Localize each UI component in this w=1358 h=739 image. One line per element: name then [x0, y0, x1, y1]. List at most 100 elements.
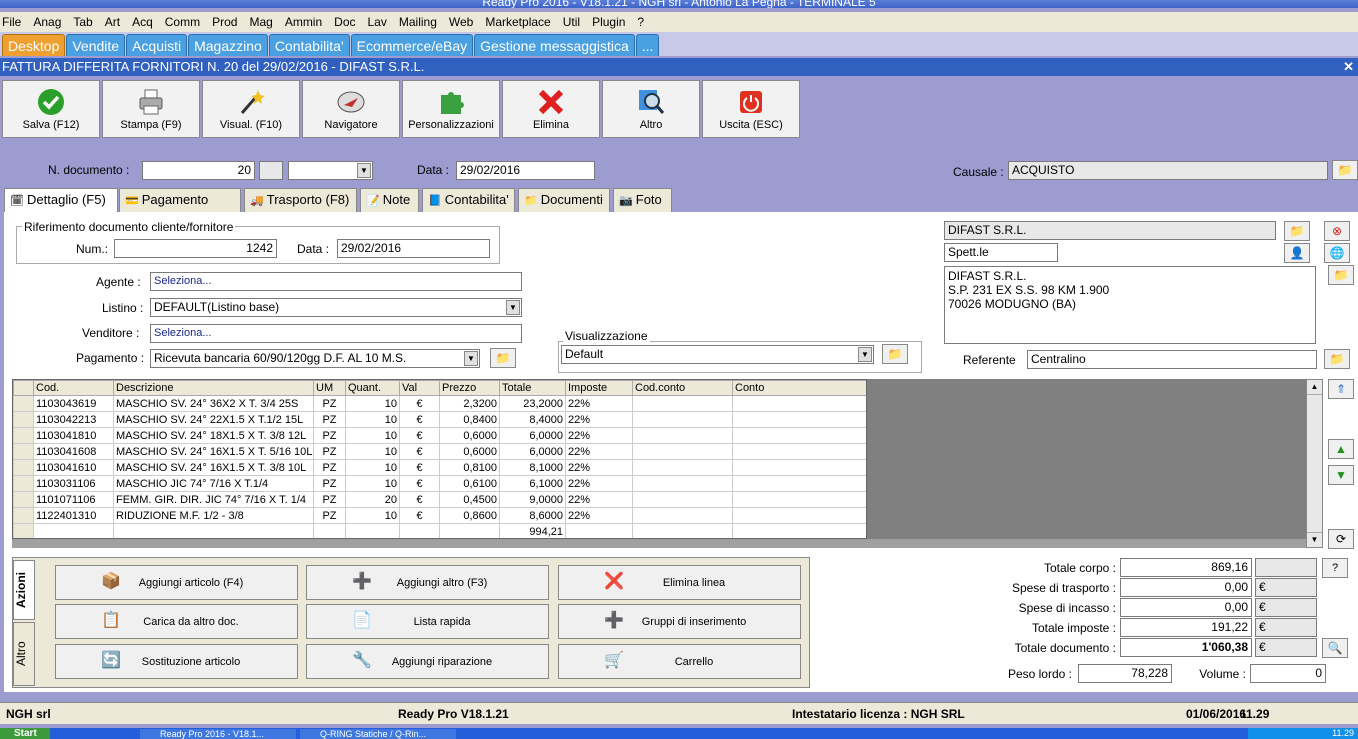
grid-cell[interactable]: 22%: [565, 427, 633, 444]
grid-cell[interactable]: 22%: [565, 507, 633, 524]
grid-cell[interactable]: [13, 443, 34, 460]
grid-header-8[interactable]: Imposte: [565, 380, 633, 396]
grid-cell[interactable]: 1101071106: [33, 491, 114, 508]
grid-cell[interactable]: €: [399, 491, 440, 508]
grid-cell[interactable]: MASCHIO SV. 24° 18X1.5 X T. 3/8 12L: [113, 427, 314, 444]
grid-cell[interactable]: [13, 411, 34, 428]
grid-cell[interactable]: 1103041810: [33, 427, 114, 444]
grid-cell[interactable]: PZ: [313, 411, 346, 428]
grid-cell[interactable]: 6,0000: [499, 427, 566, 444]
table-row[interactable]: 1103042213 MASCHIO SV. 24° 22X1.5 X T.1/2…: [13, 411, 866, 428]
grid-cell[interactable]: PZ: [313, 395, 346, 412]
grid-cell[interactable]: [565, 523, 633, 538]
menu-item-4[interactable]: Acq: [132, 15, 153, 29]
grid-cell[interactable]: 1103041610: [33, 459, 114, 476]
menu-item-7[interactable]: Mag: [249, 15, 272, 29]
chevron-down-icon[interactable]: ▼: [357, 163, 371, 178]
grid-cell[interactable]: 9,0000: [499, 491, 566, 508]
grid-header-3[interactable]: UM: [313, 380, 346, 396]
ndoc-series-select[interactable]: ▼: [288, 161, 373, 180]
spese-incasso-input[interactable]: 0,00: [1120, 598, 1252, 617]
grid-cell[interactable]: 0,6000: [439, 427, 500, 444]
grid-cell[interactable]: [632, 411, 733, 428]
chevron-down-icon[interactable]: ▼: [858, 347, 872, 362]
menu-item-12[interactable]: Web: [449, 15, 473, 29]
grid-cell[interactable]: [732, 491, 866, 508]
grid-cell[interactable]: €: [399, 443, 440, 460]
grid-cell[interactable]: [732, 523, 866, 538]
action-button-1[interactable]: ➕ Aggiungi altro (F3): [306, 565, 549, 600]
tab-4[interactable]: Contabilita': [268, 34, 350, 56]
grid-cell[interactable]: 6,0000: [499, 443, 566, 460]
menu-item-5[interactable]: Comm: [165, 15, 200, 29]
grid-cell[interactable]: MASCHIO SV. 24° 16X1.5 X T. 5/16 10L: [113, 443, 314, 460]
grid-header-10[interactable]: Conto: [732, 380, 866, 396]
sub-tab-2[interactable]: 🚚 Trasporto (F8): [244, 188, 357, 212]
grid-cell[interactable]: 10: [345, 411, 400, 428]
grid-cell[interactable]: [732, 507, 866, 524]
grid-cell[interactable]: [632, 427, 733, 444]
grid-cell[interactable]: 1122401310: [33, 507, 114, 524]
grid-scrollbar[interactable]: ▲ ▼: [1306, 379, 1323, 548]
items-grid[interactable]: Cod. Descrizione UM Quant. Val Prezzo Totale Im…: [12, 379, 867, 539]
pagamento-select[interactable]: Ricevuta bancaria 60/90/120gg D.F. AL 10…: [150, 349, 480, 368]
menu-item-3[interactable]: Art: [105, 15, 120, 29]
zoom-totals-button[interactable]: 🔍: [1322, 638, 1348, 658]
grid-cell[interactable]: [13, 459, 34, 476]
ref-num-input[interactable]: 1242: [114, 239, 277, 258]
view-button[interactable]: Visual. (F10): [202, 80, 300, 138]
grid-cell[interactable]: 10: [345, 395, 400, 412]
sub-tab-4[interactable]: 📘 Contabilita': [422, 188, 515, 212]
grid-cell[interactable]: [33, 523, 114, 538]
table-row[interactable]: 1103031106 MASCHIO JIC 74° 7/16 X T.1/4 PZ…: [13, 475, 866, 492]
grid-cell[interactable]: [439, 523, 500, 538]
grid-cell[interactable]: 22%: [565, 475, 633, 492]
causale-input[interactable]: ACQUISTO: [1008, 161, 1328, 180]
grid-cell[interactable]: [113, 523, 314, 538]
exit-button[interactable]: Uscita (ESC): [702, 80, 800, 138]
chevron-down-icon[interactable]: ▼: [464, 351, 478, 366]
grid-cell[interactable]: €: [399, 395, 440, 412]
tab-7[interactable]: ...: [635, 34, 660, 56]
tab-0[interactable]: Desktop: [2, 34, 66, 56]
grid-cell[interactable]: MASCHIO SV. 24° 22X1.5 X T.1/2 15L: [113, 411, 314, 428]
grid-header-2[interactable]: Descrizione: [113, 380, 314, 396]
table-row[interactable]: 1103041610 MASCHIO SV. 24° 16X1.5 X T. 3/…: [13, 459, 866, 476]
referente-folder-button[interactable]: 📁: [1324, 349, 1350, 369]
grid-cell[interactable]: 10: [345, 443, 400, 460]
grid-cell[interactable]: [632, 491, 733, 508]
tab-azioni[interactable]: Azioni: [13, 560, 35, 620]
grid-cell[interactable]: 0,8400: [439, 411, 500, 428]
grid-cell[interactable]: 0,6100: [439, 475, 500, 492]
menu-item-16[interactable]: ?: [637, 15, 644, 29]
grid-cell[interactable]: [313, 523, 346, 538]
grid-cell[interactable]: [632, 475, 733, 492]
tab-5[interactable]: Ecommerce/eBay: [350, 34, 474, 56]
grid-header-7[interactable]: Totale: [499, 380, 566, 396]
grid-cell[interactable]: MASCHIO SV. 24° 16X1.5 X T. 3/8 10L: [113, 459, 314, 476]
menu-item-9[interactable]: Doc: [334, 15, 355, 29]
grid-cell[interactable]: 23,2000: [499, 395, 566, 412]
menu-item-8[interactable]: Ammin: [285, 15, 322, 29]
delete-button[interactable]: Elimina: [502, 80, 600, 138]
grid-cell[interactable]: MASCHIO SV. 24° 36X2 X T. 3/4 25S: [113, 395, 314, 412]
grid-cell[interactable]: 10: [345, 427, 400, 444]
grid-cell[interactable]: 22%: [565, 459, 633, 476]
print-button[interactable]: Stampa (F9): [102, 80, 200, 138]
grid-cell[interactable]: [732, 427, 866, 444]
grid-cell[interactable]: 10: [345, 459, 400, 476]
grid-header-6[interactable]: Prezzo: [439, 380, 500, 396]
supplier-address[interactable]: DIFAST S.R.L. S.P. 231 EX S.S. 98 KM 1.9…: [944, 266, 1316, 344]
grid-header-4[interactable]: Quant.: [345, 380, 400, 396]
tab-2[interactable]: Acquisti: [126, 34, 188, 56]
move-top-button[interactable]: ⇑: [1328, 379, 1354, 399]
start-button[interactable]: Start: [0, 728, 50, 739]
spese-trasporto-input[interactable]: 0,00: [1120, 578, 1252, 597]
menu-item-10[interactable]: Lav: [368, 15, 387, 29]
ref-date-input[interactable]: 29/02/2016: [337, 239, 490, 258]
action-button-5[interactable]: ➕ Gruppi di inserimento: [558, 604, 801, 639]
grid-cell[interactable]: MASCHIO JIC 74° 7/16 X T.1/4: [113, 475, 314, 492]
grid-cell[interactable]: €: [399, 427, 440, 444]
navigator-button[interactable]: Navigatore: [302, 80, 400, 138]
grid-cell[interactable]: 8,1000: [499, 459, 566, 476]
